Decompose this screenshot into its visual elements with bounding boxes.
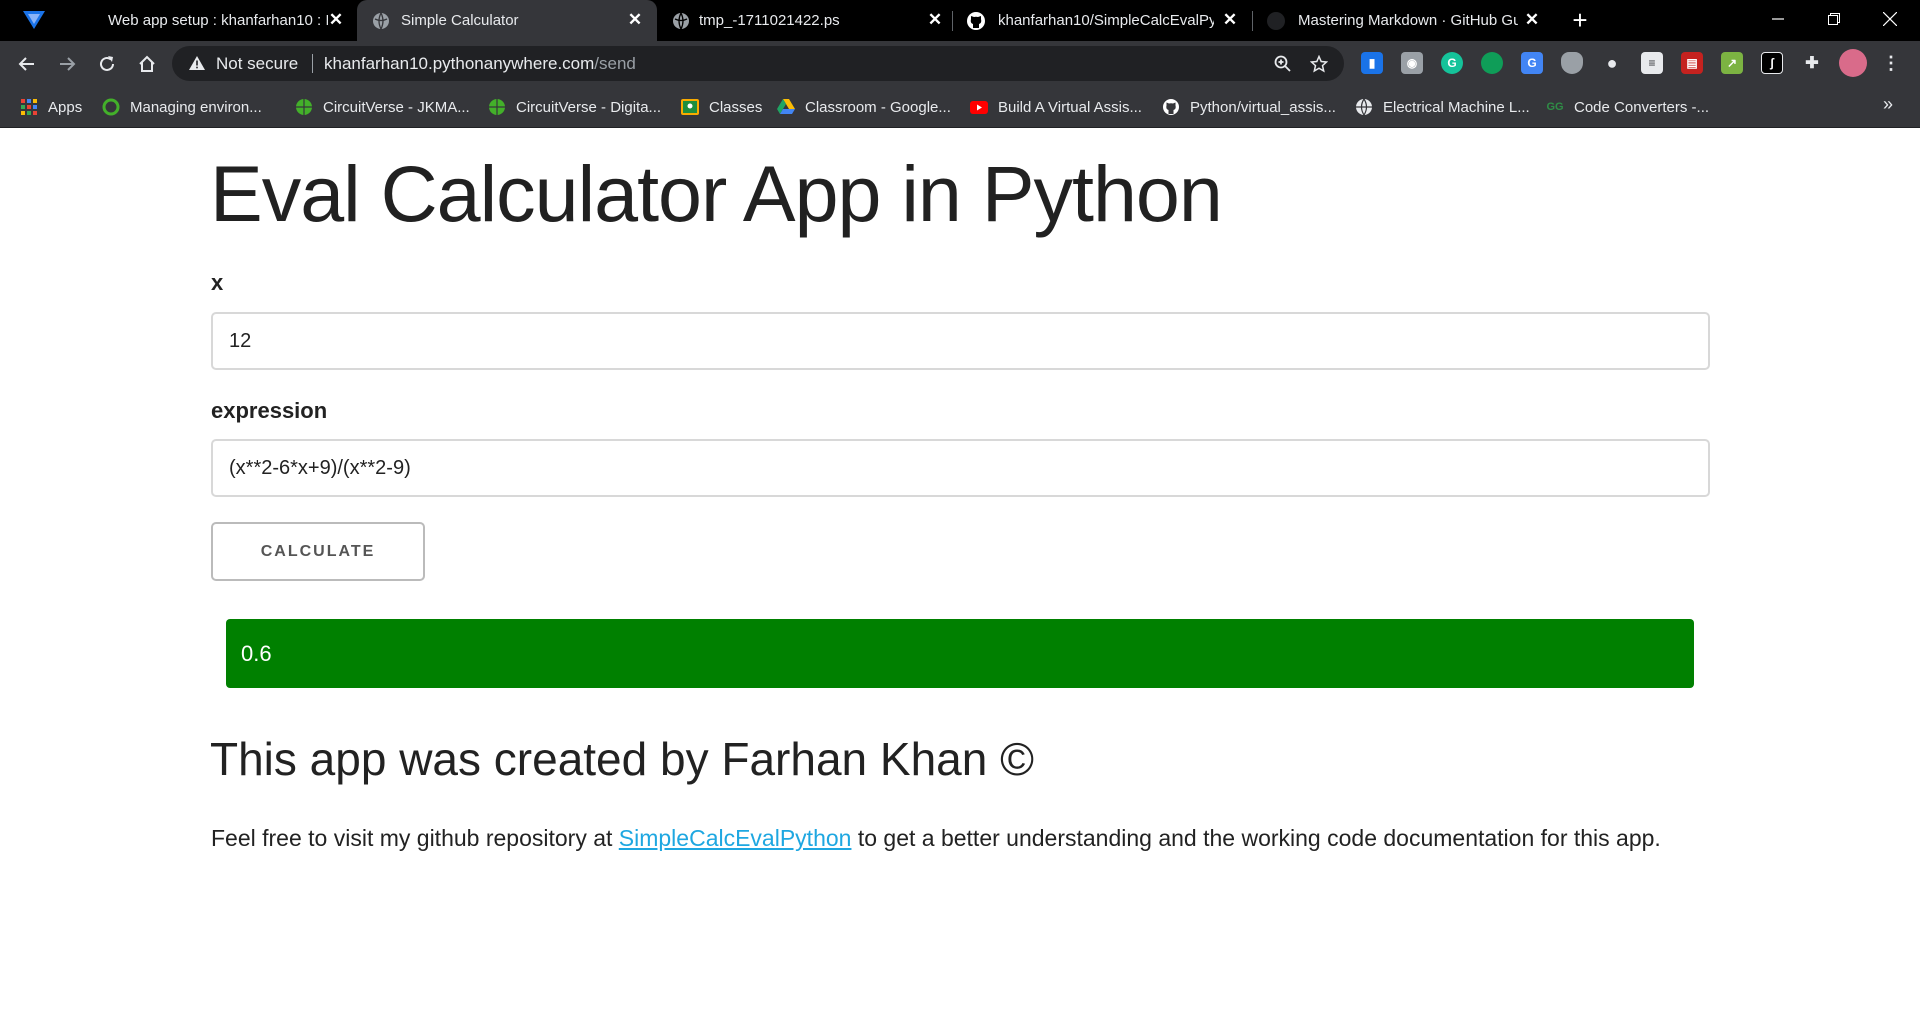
- bookmark-label: CircuitVerse - Digita...: [516, 98, 662, 116]
- bookmark-label: Python/virtual_assis...: [1190, 98, 1336, 116]
- tab-mastering-markdown[interactable]: Mastering Markdown · GitHub Gu ✕: [1254, 0, 1554, 41]
- github-repo-link[interactable]: SimpleCalcEvalPython: [619, 825, 852, 851]
- bookmark-label: Classes: [709, 98, 763, 116]
- tab-webapp-setup[interactable]: Web app setup : khanfarhan10 : I ✕: [62, 0, 357, 41]
- translate-icon[interactable]: G: [1521, 52, 1543, 74]
- gfg-icon: GG: [1546, 101, 1564, 113]
- minimize-icon[interactable]: [1758, 4, 1798, 34]
- reload-icon[interactable]: [91, 48, 123, 80]
- url-text[interactable]: khanfarhan10.pythonanywhere.com/send: [324, 54, 636, 74]
- github-ext-icon[interactable]: ●: [1601, 52, 1623, 74]
- tab-tmp-ps[interactable]: tmp_-1711021422.ps ✕: [657, 0, 952, 41]
- omnibox-divider: [312, 54, 313, 73]
- menu-kebab-icon[interactable]: ⋮: [1880, 52, 1902, 74]
- extension-dark-icon[interactable]: ʃ: [1761, 52, 1783, 74]
- x-input[interactable]: [211, 312, 1710, 370]
- tab-close-icon[interactable]: ✕: [1522, 10, 1542, 30]
- url-path: /send: [594, 54, 636, 73]
- github-icon: [1266, 11, 1286, 31]
- warning-icon: [189, 56, 205, 70]
- bookmark-label: Apps: [48, 98, 83, 116]
- document-icon[interactable]: ≡: [1641, 52, 1663, 74]
- page-title: Eval Calculator App in Python: [210, 149, 1223, 238]
- expression-label: expression: [211, 398, 328, 423]
- extension-chart-icon[interactable]: ↗: [1721, 52, 1743, 74]
- description-after: to get a better understanding and the wo…: [851, 825, 1661, 851]
- expression-input[interactable]: [211, 439, 1710, 497]
- camera-icon[interactable]: ◉: [1401, 52, 1423, 74]
- tab-close-icon[interactable]: ✕: [326, 10, 346, 30]
- extensions-puzzle-icon[interactable]: ✚: [1801, 52, 1823, 74]
- window-close-icon[interactable]: [1870, 4, 1910, 34]
- bookmark-label: Electrical Machine L...: [1383, 98, 1530, 116]
- drive-icon: [777, 98, 795, 116]
- bookmark-circuitverse-digital[interactable]: CircuitVerse - Digita...: [488, 95, 661, 119]
- bookmark-python-virtual-assis[interactable]: Python/virtual_assis...: [1162, 95, 1336, 119]
- result-banner: 0.6: [226, 619, 1694, 688]
- extension-green-icon[interactable]: [1481, 52, 1503, 74]
- restore-icon[interactable]: [1814, 4, 1854, 34]
- back-icon[interactable]: [11, 48, 43, 80]
- classroom-icon: [681, 98, 699, 116]
- browser-logo-icon: [23, 11, 45, 29]
- github-icon: [1162, 98, 1180, 116]
- security-label[interactable]: Not secure: [216, 54, 298, 74]
- url-host: khanfarhan10.pythonanywhere.com: [324, 54, 595, 73]
- zoom-icon[interactable]: [1273, 54, 1293, 74]
- description-before: Feel free to visit my github repository …: [211, 825, 619, 851]
- globe-icon: [1355, 98, 1373, 116]
- apps-grid-icon: [20, 98, 38, 116]
- tab-separator: [952, 11, 953, 31]
- extension-bookmark-icon[interactable]: ▮: [1361, 52, 1383, 74]
- tab-simple-calculator[interactable]: Simple Calculator ✕: [357, 0, 657, 41]
- calculate-button[interactable]: CALCULATE: [211, 522, 425, 581]
- globe-icon: [295, 98, 313, 116]
- bookmark-apps[interactable]: Apps: [20, 95, 82, 119]
- page-content: Eval Calculator App in Python x expressi…: [0, 128, 1920, 1030]
- globe-icon: [371, 11, 391, 31]
- bookmark-label: Managing environ...: [130, 98, 262, 116]
- x-label: x: [211, 270, 224, 295]
- bookmark-label: Build A Virtual Assis...: [998, 98, 1142, 116]
- globe-icon: [488, 98, 506, 116]
- bookmark-electrical-machine[interactable]: Electrical Machine L...: [1355, 95, 1530, 119]
- bookmarks-bar: Apps Managing environ... CircuitVerse - …: [0, 86, 1920, 128]
- conda-icon: [102, 98, 120, 116]
- bookmark-classes[interactable]: Classes: [681, 95, 762, 119]
- bookmark-label: CircuitVerse - JKMA...: [323, 98, 470, 116]
- bookmark-managing-environ[interactable]: Managing environ...: [102, 95, 262, 119]
- bookmark-label: Classroom - Google...: [805, 98, 951, 116]
- home-icon[interactable]: [131, 48, 163, 80]
- star-icon[interactable]: [1309, 54, 1329, 74]
- avatar[interactable]: [1839, 49, 1867, 77]
- youtube-icon: [970, 98, 988, 116]
- bookmark-label: Code Converters -...: [1574, 98, 1710, 116]
- tab-separator: [1252, 11, 1253, 31]
- bookmark-code-converters[interactable]: GG Code Converters -...: [1546, 95, 1709, 119]
- credit-heading: This app was created by Farhan Khan ©: [210, 733, 1035, 785]
- forward-icon[interactable]: [51, 48, 83, 80]
- shield-icon[interactable]: [1561, 52, 1583, 74]
- globe-icon: [671, 11, 691, 31]
- tab-github-repo[interactable]: khanfarhan10/SimpleCalcEvalPyth ✕: [954, 0, 1250, 41]
- result-value: 0.6: [241, 640, 272, 666]
- tab-close-icon[interactable]: ✕: [925, 10, 945, 30]
- new-tab-icon[interactable]: +: [1567, 7, 1593, 34]
- tab-close-icon[interactable]: ✕: [625, 10, 645, 30]
- bookmarks-overflow-icon[interactable]: »: [1883, 94, 1893, 115]
- browser-toolbar: Not secure khanfarhan10.pythonanywhere.c…: [0, 41, 1920, 86]
- grammarly-icon[interactable]: G: [1441, 52, 1463, 74]
- bookmark-virtual-assistant[interactable]: Build A Virtual Assis...: [970, 95, 1142, 119]
- bookmark-circuitverse-jkma[interactable]: CircuitVerse - JKMA...: [295, 95, 470, 119]
- description-text: Feel free to visit my github repository …: [211, 825, 1661, 852]
- tab-strip: Web app setup : khanfarhan10 : I ✕ Simpl…: [0, 0, 1920, 41]
- pythonanywhere-icon: [76, 11, 96, 31]
- github-icon: [966, 11, 986, 31]
- tab-close-icon[interactable]: ✕: [1220, 10, 1240, 30]
- bookmark-classroom-google[interactable]: Classroom - Google...: [777, 95, 951, 119]
- address-bar[interactable]: Not secure khanfarhan10.pythonanywhere.c…: [172, 46, 1344, 81]
- extension-red-icon[interactable]: ▤: [1681, 52, 1703, 74]
